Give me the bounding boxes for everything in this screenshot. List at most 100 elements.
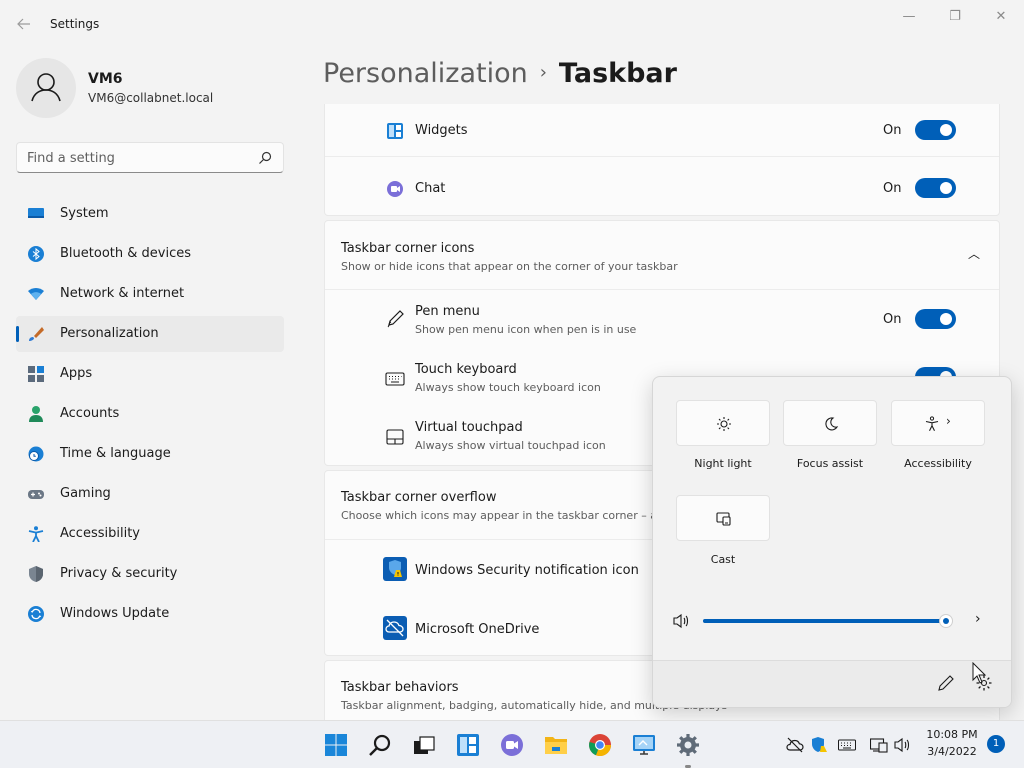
touchpad-icon — [386, 429, 404, 445]
taskbar-remote-desktop-button[interactable] — [628, 729, 660, 761]
chat-icon — [387, 181, 403, 197]
sound-output-button[interactable]: › — [975, 611, 981, 627]
setting-description: Always show touch keyboard icon — [415, 381, 601, 394]
profile-email: VM6@collabnet.local — [88, 91, 214, 105]
sidebar-item-system[interactable]: System — [16, 196, 284, 232]
app-title: Settings — [50, 17, 100, 31]
accessibility-tile[interactable]: › — [891, 400, 985, 446]
section-description: Show or hide icons that appear on the co… — [341, 260, 678, 273]
avatar[interactable] — [16, 58, 76, 118]
taskbar-chrome-button[interactable] — [584, 729, 616, 761]
volume-slider[interactable] — [703, 614, 953, 628]
toggle-state-label: On — [883, 181, 902, 196]
tile-label: Cast — [710, 553, 736, 566]
quick-settings-flyout: Night light Focus assist › Accessibility… — [652, 376, 1012, 708]
keyboard-icon[interactable] — [838, 737, 856, 753]
taskbar-items-card: Widgets On Chat On — [324, 104, 1000, 216]
sidebar-item-personalization[interactable]: Personalization — [16, 316, 284, 352]
setting-row-chat[interactable]: Chat On — [325, 157, 999, 216]
sidebar-item-accessibility[interactable]: Accessibility — [16, 516, 284, 552]
pen-menu-toggle[interactable] — [915, 309, 956, 329]
speaker-icon[interactable] — [894, 737, 912, 753]
accessibility-icon — [925, 416, 939, 432]
network-icon[interactable] — [870, 737, 888, 753]
setting-title: Microsoft OneDrive — [415, 622, 540, 637]
onedrive-offline-icon[interactable] — [786, 737, 804, 753]
toggle-state-label: On — [883, 123, 902, 138]
setting-row-pen-menu[interactable]: Pen menu Show pen menu icon when pen is … — [325, 290, 999, 348]
sidebar-item-label: Privacy & security — [60, 566, 178, 581]
widgets-toggle[interactable] — [915, 120, 956, 140]
taskbar-chat-button[interactable] — [496, 729, 528, 761]
back-arrow-icon — [17, 18, 30, 30]
section-description: Choose which icons may appear in the tas… — [341, 509, 661, 522]
bluetooth-icon — [28, 246, 44, 262]
setting-title: Widgets — [415, 123, 468, 138]
cast-tile[interactable] — [676, 495, 770, 541]
taskbar-widgets-button[interactable] — [452, 729, 484, 761]
back-button[interactable] — [14, 14, 34, 34]
monitor-icon — [28, 208, 44, 218]
taskbar-task-view-button[interactable] — [408, 729, 440, 761]
taskbar — [0, 720, 1024, 768]
close-button[interactable]: ✕ — [978, 8, 1024, 28]
setting-row-widgets[interactable]: Widgets On — [325, 104, 999, 156]
sidebar-item-network[interactable]: Network & internet — [16, 276, 284, 312]
chat-toggle[interactable] — [915, 178, 956, 198]
search-box[interactable] — [16, 142, 284, 173]
widgets-icon — [457, 734, 479, 756]
moon-icon — [825, 417, 839, 431]
search-input[interactable] — [27, 149, 247, 167]
person-icon — [29, 406, 43, 422]
minimize-button[interactable]: — — [886, 8, 932, 28]
windows-security-icon[interactable] — [810, 737, 828, 753]
chevron-right-icon: › — [946, 414, 951, 428]
sidebar-item-accounts[interactable]: Accounts — [16, 396, 284, 432]
taskbar-clock-date[interactable]: 3/4/2022 — [924, 745, 980, 758]
chrome-icon — [589, 734, 612, 757]
wifi-icon — [28, 288, 44, 300]
volume-slider-fill — [703, 619, 946, 623]
sidebar-item-gaming[interactable]: Gaming — [16, 476, 284, 512]
user-avatar-icon — [31, 73, 61, 102]
speaker-icon[interactable] — [673, 613, 691, 629]
maximize-button[interactable]: ❐ — [932, 8, 978, 28]
search-icon — [369, 734, 391, 756]
gear-icon — [677, 734, 699, 756]
pencil-icon[interactable] — [937, 674, 955, 692]
apps-icon — [28, 366, 44, 382]
taskbar-file-explorer-button[interactable] — [540, 729, 572, 761]
focus-assist-tile[interactable] — [783, 400, 877, 446]
taskbar-settings-button[interactable] — [672, 729, 704, 768]
keyboard-icon — [385, 372, 405, 386]
breadcrumb: Personalization › Taskbar — [323, 58, 677, 89]
sidebar-item-label: Accounts — [60, 406, 120, 421]
sidebar-item-label: Time & language — [60, 446, 171, 461]
flyout-footer — [653, 660, 1011, 707]
windows-security-icon — [383, 557, 407, 581]
taskbar-start-button[interactable] — [320, 729, 352, 761]
sidebar-item-time-language[interactable]: Time & language — [16, 436, 284, 472]
volume-slider-thumb[interactable] — [939, 614, 953, 628]
setting-title: Pen menu — [415, 304, 480, 319]
taskbar-clock-time[interactable]: 10:08 PM — [924, 728, 980, 741]
search-icon[interactable] — [257, 150, 273, 166]
section-title: Taskbar behaviors — [341, 680, 459, 695]
collapse-chevron-icon[interactable]: ︿ — [968, 245, 980, 262]
sidebar-item-privacy[interactable]: Privacy & security — [16, 556, 284, 592]
taskbar-search-button[interactable] — [364, 729, 396, 761]
sidebar-item-windows-update[interactable]: Windows Update — [16, 596, 284, 632]
section-header-corner-icons[interactable]: Taskbar corner icons Show or hide icons … — [325, 221, 999, 289]
tile-label: Focus assist — [796, 457, 864, 470]
night-light-tile[interactable] — [676, 400, 770, 446]
setting-title: Touch keyboard — [415, 362, 517, 377]
sidebar-item-label: Bluetooth & devices — [60, 246, 191, 261]
profile-name: VM6 — [88, 71, 123, 87]
notification-count-badge[interactable]: 1 — [987, 735, 1005, 753]
breadcrumb-parent[interactable]: Personalization — [323, 58, 528, 89]
sidebar-item-apps[interactable]: Apps — [16, 356, 284, 392]
widgets-icon — [387, 123, 403, 139]
breadcrumb-separator: › — [539, 62, 547, 83]
sidebar-item-bluetooth[interactable]: Bluetooth & devices — [16, 236, 284, 272]
sidebar-item-label: Windows Update — [60, 606, 170, 621]
